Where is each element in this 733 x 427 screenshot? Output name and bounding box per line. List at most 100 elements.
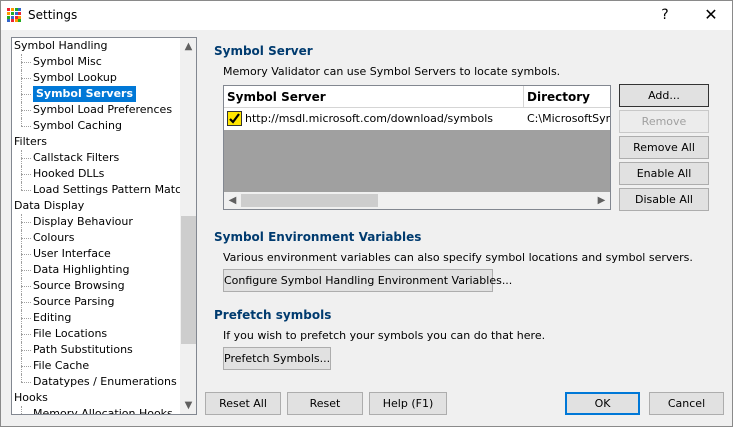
tree-connector: [21, 366, 31, 367]
tree-connector: [21, 214, 22, 230]
symbol-server-grid[interactable]: Symbol Server Directory http://msdl.micr…: [223, 85, 611, 210]
add-button[interactable]: Add...: [619, 84, 709, 107]
tree-item-symbol-handling[interactable]: Symbol Handling: [14, 38, 108, 54]
table-row[interactable]: http://msdl.microsoft.com/download/symbo…: [224, 108, 610, 130]
grid-header: Symbol Server Directory: [224, 86, 610, 108]
tree-item-symbol-load-preferences[interactable]: Symbol Load Preferences: [33, 102, 172, 118]
tree-connector: [21, 158, 31, 159]
tree-connector: [21, 358, 22, 374]
tree-connector: [21, 150, 22, 166]
tree-connector: [21, 102, 22, 118]
tree-connector: [21, 318, 31, 319]
tree-item-path-substitutions[interactable]: Path Substitutions: [33, 342, 133, 358]
tree-connector: [21, 78, 31, 79]
tree-items: Symbol Handling Symbol Misc Symbol Lookup S…: [12, 38, 180, 414]
scroll-down-icon[interactable]: ▼: [180, 397, 196, 414]
server-url-cell: http://msdl.microsoft.com/download/symbo…: [245, 112, 494, 125]
tree-connector: [21, 126, 31, 127]
tree-item-hooked-dlls[interactable]: Hooked DLLs: [33, 166, 104, 182]
tree-connector: [21, 310, 22, 326]
tree-item-file-locations[interactable]: File Locations: [33, 326, 107, 342]
tree-connector: [21, 62, 31, 63]
tree-connector: [21, 70, 22, 86]
tree-connector: [21, 190, 31, 191]
reset-button[interactable]: Reset: [287, 392, 363, 415]
tree-connector: [21, 342, 22, 358]
scroll-right-icon[interactable]: ▶: [593, 192, 610, 209]
tree-connector: [21, 270, 31, 271]
tree-item-symbol-lookup[interactable]: Symbol Lookup: [33, 70, 117, 86]
tree-item-symbol-caching[interactable]: Symbol Caching: [33, 118, 122, 134]
tree-item-display-behaviour[interactable]: Display Behaviour: [33, 214, 133, 230]
tree-connector: [21, 278, 22, 294]
tree-connector: [21, 118, 22, 126]
help-button[interactable]: Help (F1): [369, 392, 447, 415]
tree-connector: [21, 86, 22, 102]
tree-connector: [21, 302, 31, 303]
column-header-directory[interactable]: Directory: [524, 86, 610, 108]
tree-item-file-cache[interactable]: File Cache: [33, 358, 89, 374]
tree-connector: [21, 382, 31, 383]
reset-all-button[interactable]: Reset All: [205, 392, 281, 415]
tree-connector: [21, 182, 22, 190]
symbol-server-title: Symbol Server: [214, 44, 313, 58]
tree-connector: [21, 374, 22, 382]
tree-item-colours[interactable]: Colours: [33, 230, 74, 246]
tree-item-source-browsing[interactable]: Source Browsing: [33, 278, 125, 294]
tree-item-load-settings-pattern-match[interactable]: Load Settings Pattern Match: [33, 182, 180, 198]
configure-env-vars-button[interactable]: Configure Symbol Handling Environment Va…: [223, 269, 512, 292]
disable-all-button[interactable]: Disable All: [619, 188, 709, 211]
tree-item-editing[interactable]: Editing: [33, 310, 71, 326]
tree-item-symbol-misc[interactable]: Symbol Misc: [33, 54, 102, 70]
tree-connector: [21, 54, 22, 70]
tree-connector: [21, 262, 22, 278]
tree-connector: [21, 230, 22, 246]
remove-all-button[interactable]: Remove All: [619, 136, 709, 159]
tree-connector: [21, 406, 22, 414]
directory-cell: C:\MicrosoftSym: [527, 112, 610, 125]
window-title: Settings: [28, 8, 78, 22]
symbol-server-description: Memory Validator can use Symbol Servers …: [223, 65, 561, 78]
env-vars-title: Symbol Environment Variables: [214, 230, 422, 244]
tree-connector: [21, 350, 31, 351]
tree-item-data-highlighting[interactable]: Data Highlighting: [33, 262, 129, 278]
tree-item-hooks[interactable]: Hooks: [14, 390, 48, 406]
tree-connector: [21, 334, 31, 335]
tree-item-symbol-servers[interactable]: Symbol Servers: [33, 86, 136, 102]
tree-item-filters[interactable]: Filters: [14, 134, 47, 150]
tree-connector: [21, 294, 22, 310]
checkmark-icon: [229, 113, 240, 124]
tree-connector: [21, 94, 31, 95]
settings-tree[interactable]: Symbol Handling Symbol Misc Symbol Lookup S…: [11, 37, 197, 415]
tree-item-data-display[interactable]: Data Display: [14, 198, 84, 214]
remove-button[interactable]: Remove: [619, 110, 709, 133]
scroll-thumb[interactable]: [181, 216, 196, 344]
horizontal-scroll-thumb[interactable]: [241, 194, 378, 207]
close-icon[interactable]: ✕: [694, 5, 728, 25]
tree-item-memory-allocation-hooks[interactable]: Memory Allocation Hooks: [33, 406, 173, 414]
tree-vertical-scrollbar[interactable]: ▲ ▼: [180, 38, 196, 414]
tree-item-callstack-filters[interactable]: Callstack Filters: [33, 150, 119, 166]
tree-item-source-parsing[interactable]: Source Parsing: [33, 294, 114, 310]
tree-connector: [21, 222, 31, 223]
tree-connector: [21, 174, 31, 175]
scroll-left-icon[interactable]: ◀: [224, 192, 241, 209]
scroll-up-icon[interactable]: ▲: [180, 38, 196, 55]
prefetch-description: If you wish to prefetch your symbols you…: [223, 329, 546, 342]
tree-connector: [21, 286, 31, 287]
ok-button[interactable]: OK: [565, 392, 640, 415]
tree-connector: [21, 246, 22, 262]
tree-connector: [21, 166, 22, 182]
tree-item-datatypes-enumerations[interactable]: Datatypes / Enumerations: [33, 374, 177, 390]
prefetch-symbols-button[interactable]: Prefetch Symbols...: [223, 347, 331, 370]
tree-item-user-interface[interactable]: User Interface: [33, 246, 111, 262]
column-header-symbol-server[interactable]: Symbol Server: [224, 86, 524, 108]
help-icon[interactable]: ?: [652, 5, 678, 25]
tree-connector: [21, 238, 31, 239]
enable-all-button[interactable]: Enable All: [619, 162, 709, 185]
grid-horizontal-scrollbar[interactable]: ◀ ▶: [224, 192, 610, 209]
settings-app-icon: [7, 8, 21, 22]
tree-connector: [21, 254, 31, 255]
server-enabled-checkbox[interactable]: [227, 111, 242, 126]
cancel-button[interactable]: Cancel: [649, 392, 724, 415]
